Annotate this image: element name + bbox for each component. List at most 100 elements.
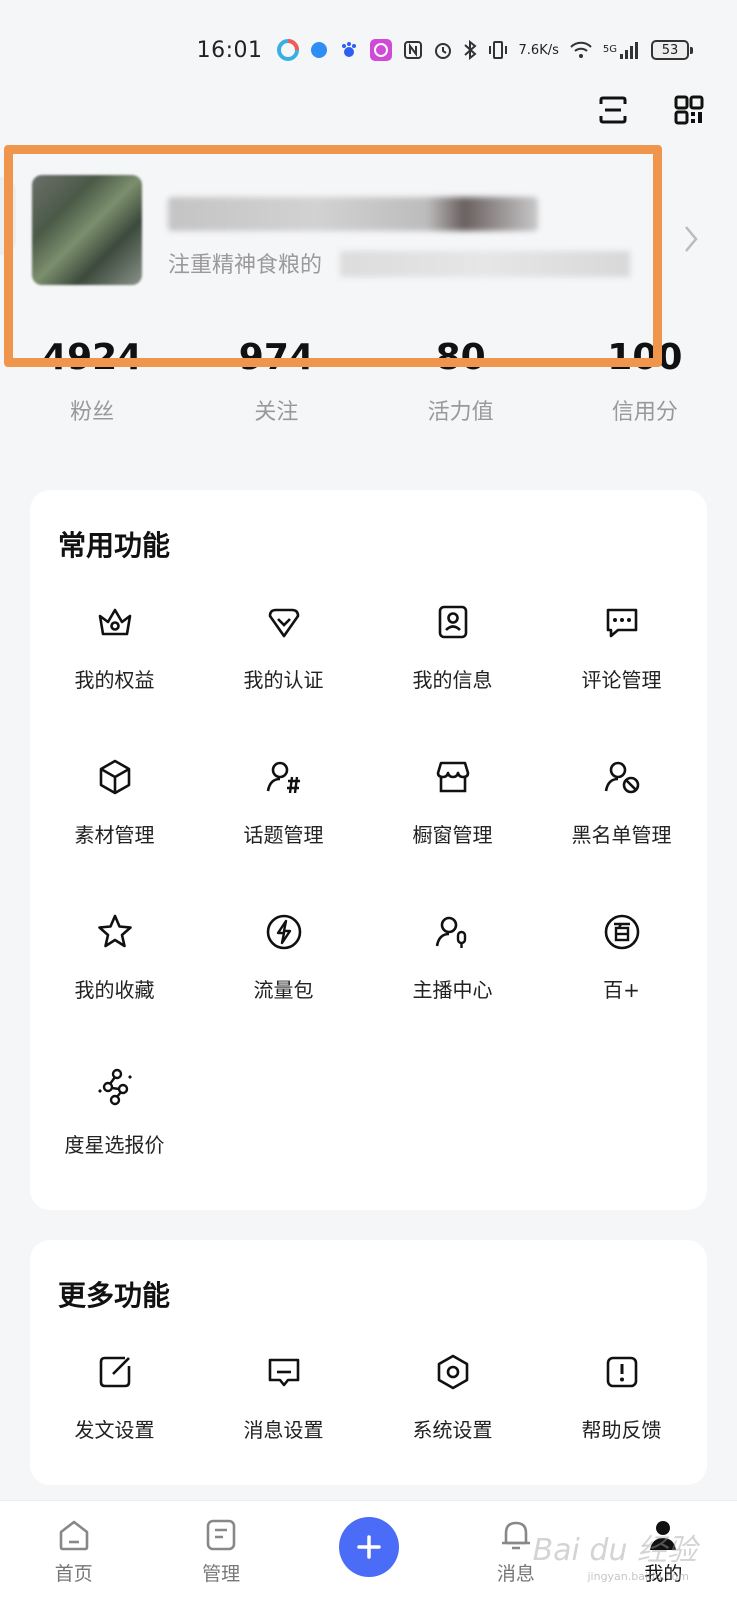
common-functions-card: 常用功能 我的权益 我的认证 我的信息 评论管理 素材管理 话题管理 橱窗管理 …	[30, 490, 707, 1210]
block-user-icon	[600, 755, 644, 799]
bottom-nav: 首页 管理 消息 我的	[0, 1500, 737, 1600]
crown-icon	[93, 600, 137, 644]
stat-label: 关注	[254, 400, 299, 425]
function-label: 发文设置	[74, 1418, 155, 1442]
function-bai-plus[interactable]: 百+	[537, 888, 706, 1043]
function-traffic-pack[interactable]: 流量包	[199, 888, 368, 1043]
function-comment-manage[interactable]: 评论管理	[537, 578, 706, 733]
anchor-mic-icon	[431, 910, 475, 954]
vibrate-icon	[487, 40, 509, 60]
battery-level: 53	[661, 42, 679, 58]
function-my-rights[interactable]: 我的权益	[30, 578, 199, 733]
nav-label: 我的	[644, 1563, 683, 1585]
nickname-redacted	[168, 197, 538, 231]
nav-manage[interactable]: 管理	[147, 1501, 294, 1600]
settings-hex-icon	[431, 1350, 475, 1394]
nav-mine[interactable]: 我的	[590, 1501, 737, 1600]
function-my-info[interactable]: 我的信息	[368, 578, 537, 733]
stat-label: 粉丝	[70, 400, 115, 425]
function-label: 帮助反馈	[581, 1418, 662, 1442]
home-icon	[54, 1515, 94, 1555]
lightning-icon	[262, 910, 306, 954]
stat-value: 974	[238, 337, 314, 378]
status-bar: 16:01 7.6 K/s 5G 53	[0, 0, 737, 100]
scan-icon	[599, 96, 627, 124]
function-label: 我的信息	[412, 668, 493, 692]
nfc-icon	[403, 40, 423, 60]
function-help-feedback[interactable]: 帮助反馈	[537, 1328, 706, 1483]
shop-icon	[431, 755, 475, 799]
stat-activity[interactable]: 80 活力值	[369, 336, 553, 426]
function-label: 素材管理	[74, 823, 155, 847]
star-icon	[93, 910, 137, 954]
function-label: 流量包	[253, 978, 314, 1002]
star-select-icon	[93, 1065, 137, 1109]
baidu-notification-icon	[339, 40, 359, 60]
function-blacklist-manage[interactable]: 黑名单管理	[537, 733, 706, 888]
nav-create[interactable]	[295, 1501, 442, 1600]
stat-value: 80	[435, 337, 486, 378]
verify-badge-icon	[262, 600, 306, 644]
function-label: 话题管理	[243, 823, 324, 847]
function-material-manage[interactable]: 素材管理	[30, 733, 199, 888]
stat-label: 信用分	[611, 400, 678, 425]
clock-app-icon	[369, 38, 393, 62]
function-message-settings[interactable]: 消息设置	[199, 1328, 368, 1483]
function-label: 我的权益	[74, 668, 155, 692]
nav-label: 管理	[202, 1563, 241, 1585]
qr-code-button[interactable]	[669, 90, 709, 130]
function-label: 黑名单管理	[571, 823, 672, 847]
app-notification-icon	[276, 39, 299, 61]
function-anchor-center[interactable]: 主播中心	[368, 888, 537, 1043]
user-icon	[643, 1515, 683, 1555]
stat-value: 100	[607, 337, 683, 378]
function-my-verification[interactable]: 我的认证	[199, 578, 368, 733]
bluetooth-icon	[463, 40, 477, 60]
cellular-signal-icon: 5G	[603, 40, 641, 60]
create-post-button[interactable]	[338, 1517, 399, 1577]
help-icon	[600, 1350, 644, 1394]
function-my-favorites[interactable]: 我的收藏	[30, 888, 199, 1043]
function-showcase-manage[interactable]: 橱窗管理	[368, 733, 537, 888]
profile-card-icon	[431, 600, 475, 644]
stat-following[interactable]: 974 关注	[184, 336, 368, 426]
function-label: 消息设置	[243, 1418, 324, 1442]
stat-label: 活力值	[427, 400, 494, 425]
scan-button[interactable]	[593, 90, 633, 130]
nav-label: 消息	[496, 1563, 535, 1585]
signal-type: 5G	[602, 44, 617, 55]
header-actions	[593, 90, 709, 130]
qr-code-icon	[674, 95, 704, 125]
function-star-select-quote[interactable]: 度星选报价	[30, 1043, 199, 1198]
function-post-settings[interactable]: 发文设置	[30, 1328, 199, 1483]
topic-icon	[262, 755, 306, 799]
profile-header[interactable]: 注重精神食粮的	[0, 145, 737, 365]
function-label: 百+	[603, 978, 640, 1002]
stats-row: 4924 粉丝 974 关注 80 活力值 100 信用分	[0, 336, 737, 426]
function-system-settings[interactable]: 系统设置	[368, 1328, 537, 1483]
chevron-right-icon[interactable]	[681, 223, 701, 259]
nav-home[interactable]: 首页	[0, 1501, 147, 1600]
profile-bio: 注重精神食粮的	[168, 253, 323, 278]
function-label: 评论管理	[581, 668, 662, 692]
cube-icon	[93, 755, 137, 799]
stat-fans[interactable]: 4924 粉丝	[0, 336, 184, 426]
bai-plus-icon	[600, 910, 644, 954]
function-label: 度星选报价	[64, 1133, 165, 1157]
function-label: 系统设置	[412, 1418, 493, 1442]
avatar-side-tab	[0, 177, 16, 255]
stat-value: 4924	[42, 337, 143, 378]
browser-notification-icon	[309, 40, 329, 60]
avatar[interactable]	[32, 175, 142, 285]
alarm-icon	[433, 40, 453, 60]
network-speed-unit: K/s	[539, 42, 559, 58]
bell-icon	[496, 1515, 536, 1555]
common-functions-grid: 我的权益 我的认证 我的信息 评论管理 素材管理 话题管理 橱窗管理 黑名单管理…	[30, 578, 707, 1198]
function-topic-manage[interactable]: 话题管理	[199, 733, 368, 888]
nav-messages[interactable]: 消息	[442, 1501, 589, 1600]
wifi-icon	[569, 40, 593, 60]
network-speed: 7.6 K/s	[519, 43, 559, 58]
stat-credit[interactable]: 100 信用分	[553, 336, 737, 426]
section-title: 更多功能	[58, 1279, 171, 1312]
nav-label: 首页	[54, 1563, 93, 1585]
